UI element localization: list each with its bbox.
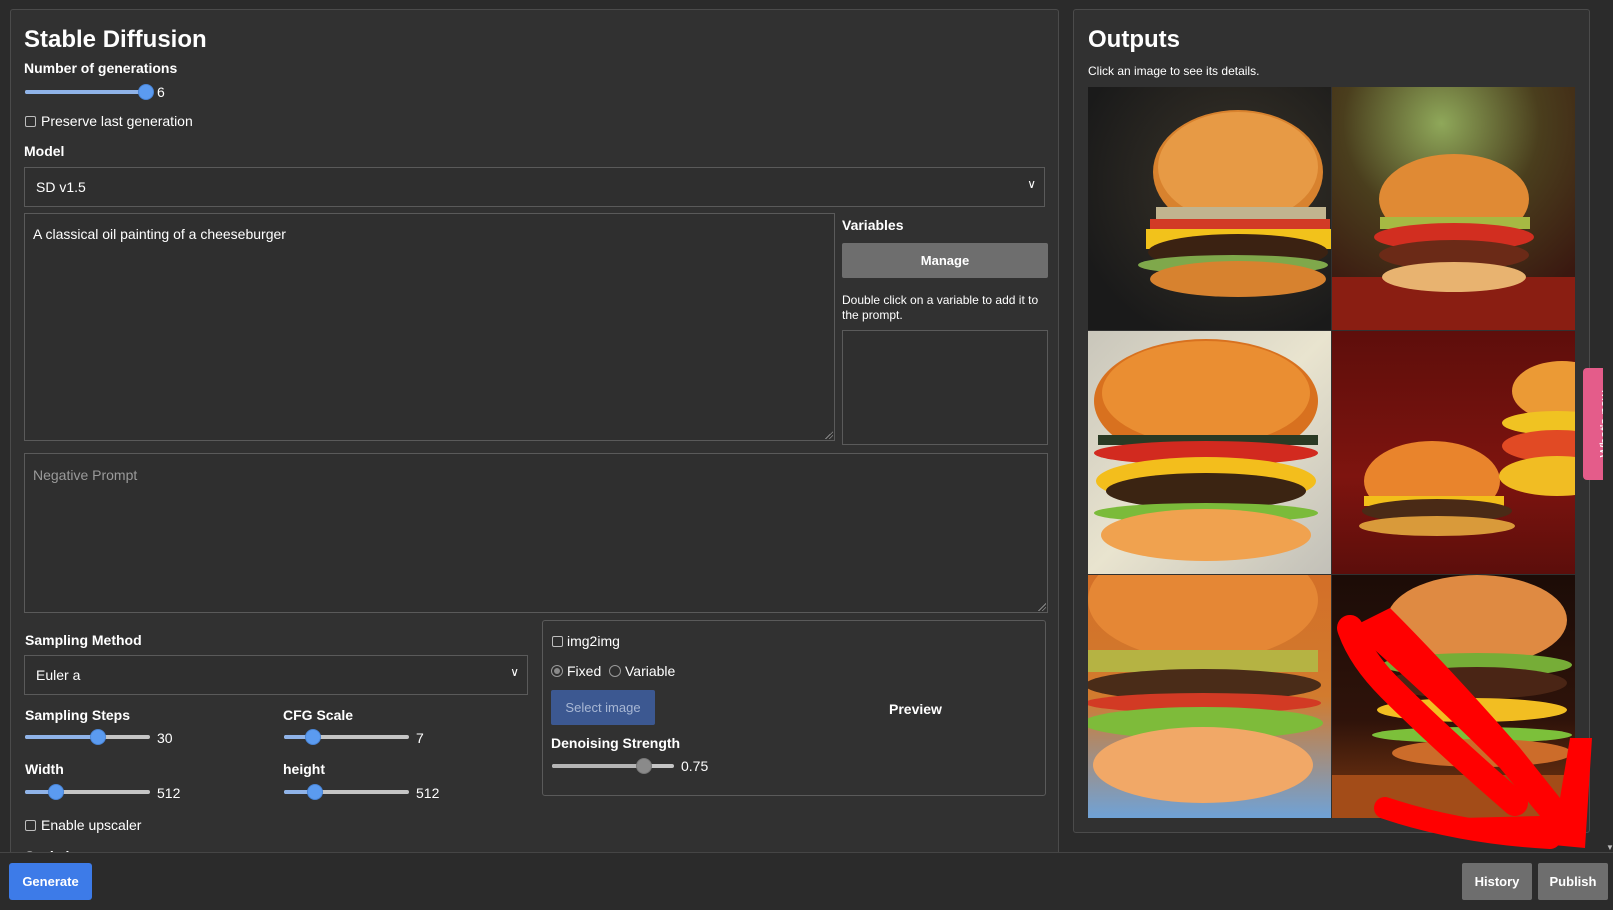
height-value: 512 xyxy=(416,785,440,801)
sampling-steps-slider[interactable] xyxy=(25,729,150,745)
page-scrollbar[interactable]: ▼ xyxy=(1603,0,1613,852)
variable-radio[interactable] xyxy=(609,665,621,677)
history-button[interactable]: History xyxy=(1462,863,1532,900)
cfg-scale-slider[interactable] xyxy=(284,729,409,745)
denoising-value: 0.75 xyxy=(681,758,709,774)
fixed-label: Fixed xyxy=(567,663,602,679)
model-label: Model xyxy=(24,143,65,159)
output-image-1[interactable] xyxy=(1088,87,1331,330)
sampling-method-select[interactable]: Euler a ∨ xyxy=(24,655,528,695)
upscaler-label: Enable upscaler xyxy=(41,817,142,833)
denoising-slider[interactable] xyxy=(552,758,674,774)
publish-button[interactable]: Publish xyxy=(1538,863,1608,900)
footer-bar: Generate History Publish xyxy=(0,852,1613,910)
preview-label: Preview xyxy=(889,701,942,717)
width-value: 512 xyxy=(157,785,181,801)
annotation-arrow-icon xyxy=(1337,608,1592,849)
outputs-subtitle: Click an image to see its details. xyxy=(1088,64,1260,78)
img2img-checkbox[interactable] xyxy=(552,636,563,647)
cfg-scale-value: 7 xyxy=(416,730,424,746)
chevron-down-icon: ∨ xyxy=(1027,177,1036,191)
chevron-down-icon: ∨ xyxy=(510,665,519,679)
width-label: Width xyxy=(25,761,64,777)
sampling-method-label: Sampling Method xyxy=(25,632,142,648)
page-title: Stable Diffusion xyxy=(24,26,207,53)
negative-prompt-placeholder: Negative Prompt xyxy=(33,467,138,483)
fixed-radio[interactable] xyxy=(551,665,563,677)
model-select[interactable]: SD v1.5 ∨ xyxy=(24,167,1045,207)
preserve-label: Preserve last generation xyxy=(41,113,193,129)
variables-help-text: Double click on a variable to add it to … xyxy=(842,293,1039,322)
output-image-2[interactable] xyxy=(1332,87,1575,330)
output-image-3[interactable] xyxy=(1088,331,1331,574)
variable-label: Variable xyxy=(625,663,676,679)
prompt-text: A classical oil painting of a cheeseburg… xyxy=(33,226,286,242)
prompt-input[interactable]: A classical oil painting of a cheeseburg… xyxy=(24,213,835,441)
denoising-label: Denoising Strength xyxy=(551,735,681,751)
stable-diffusion-panel: Stable Diffusion Number of generations 6… xyxy=(10,9,1059,862)
sampling-steps-label: Sampling Steps xyxy=(25,707,131,723)
output-image-4[interactable] xyxy=(1332,331,1575,574)
generations-label: Number of generations xyxy=(24,60,178,76)
generations-slider[interactable] xyxy=(25,84,154,100)
generations-value: 6 xyxy=(157,84,165,100)
variables-list[interactable] xyxy=(842,330,1048,445)
resize-grip-icon[interactable] xyxy=(825,431,833,439)
width-slider[interactable] xyxy=(25,784,150,800)
sampling-steps-value: 30 xyxy=(157,730,173,746)
model-value: SD v1.5 xyxy=(36,179,86,195)
img2img-label: img2img xyxy=(567,633,620,649)
scroll-down-icon[interactable]: ▼ xyxy=(1606,843,1613,852)
select-image-button[interactable]: Select image xyxy=(551,690,655,725)
img2img-box: img2img Fixed Variable Select image Prev… xyxy=(542,620,1046,796)
sampling-method-value: Euler a xyxy=(36,667,81,683)
height-label: height xyxy=(283,761,325,777)
output-image-5[interactable] xyxy=(1088,575,1331,818)
preserve-checkbox[interactable] xyxy=(25,116,36,127)
height-slider[interactable] xyxy=(284,784,409,800)
negative-prompt-input[interactable]: Negative Prompt xyxy=(24,453,1048,613)
cfg-scale-label: CFG Scale xyxy=(283,707,354,723)
outputs-title: Outputs xyxy=(1088,26,1180,53)
manage-variables-button[interactable]: Manage xyxy=(842,243,1048,278)
variables-title: Variables xyxy=(842,217,904,233)
upscaler-checkbox[interactable] xyxy=(25,820,36,831)
generate-button[interactable]: Generate xyxy=(9,863,92,900)
resize-grip-icon[interactable] xyxy=(1038,603,1046,611)
